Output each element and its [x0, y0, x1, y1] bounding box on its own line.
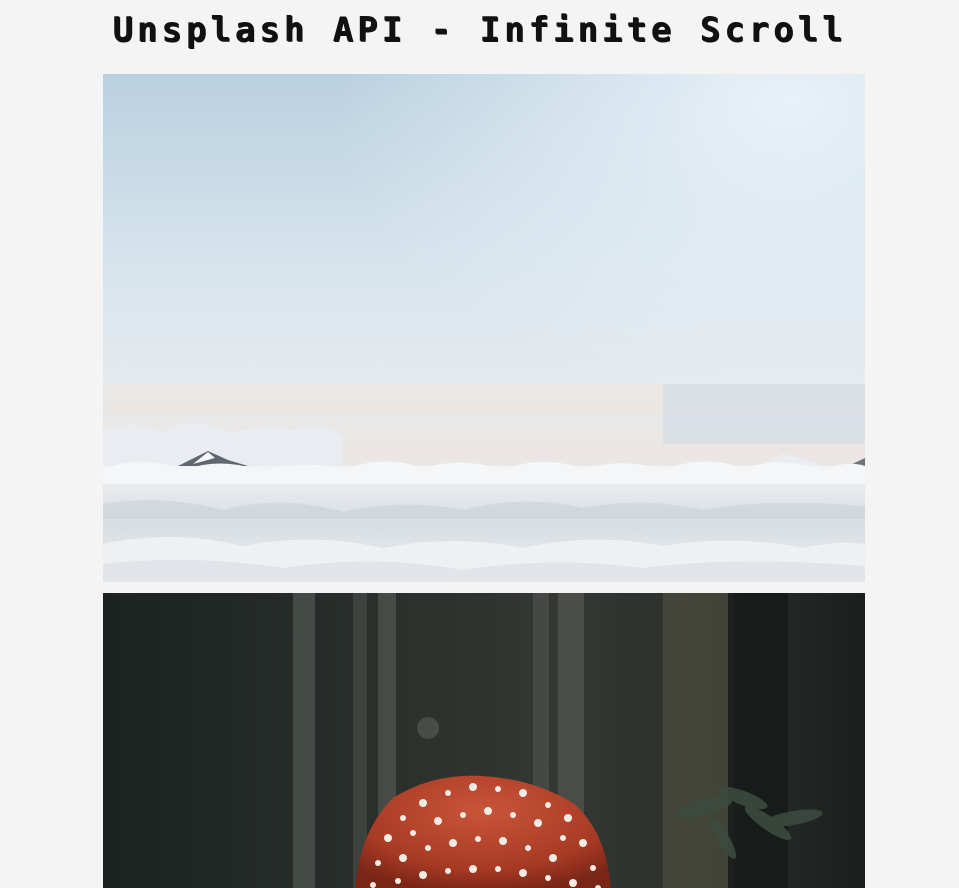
image-container: [103, 74, 865, 888]
photo-clouds[interactable]: [103, 74, 865, 582]
page: Unsplash API - Infinite Scroll: [0, 0, 959, 888]
mushroom-photo-image: [103, 593, 865, 888]
photo-mushroom[interactable]: [103, 593, 865, 888]
clouds-photo-image: [103, 74, 865, 582]
page-title: Unsplash API - Infinite Scroll: [112, 10, 847, 50]
